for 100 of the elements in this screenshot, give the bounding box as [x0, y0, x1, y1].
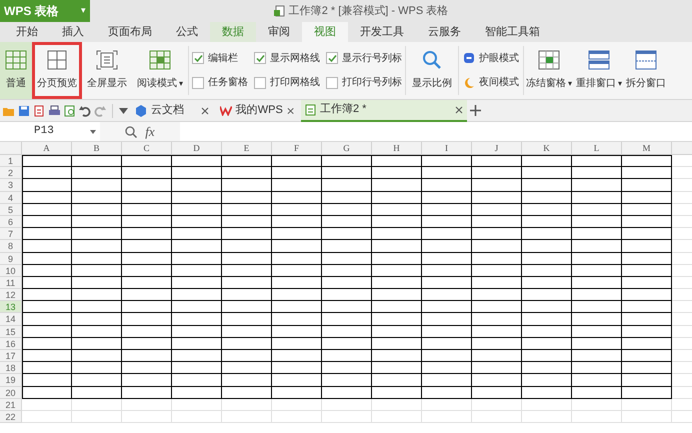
- grid-cell[interactable]: [272, 301, 322, 314]
- grid-cell[interactable]: [122, 204, 172, 216]
- grid-cell[interactable]: [422, 386, 472, 399]
- row-header[interactable]: 20: [0, 386, 22, 399]
- ribbon-tab[interactable]: 开始: [4, 22, 50, 42]
- print-icon[interactable]: [48, 104, 61, 116]
- grid-cell[interactable]: [372, 252, 422, 265]
- grid-cell[interactable]: [272, 362, 322, 374]
- grid-cell[interactable]: [622, 155, 672, 168]
- row-header[interactable]: 14: [0, 313, 22, 326]
- checkbox[interactable]: [192, 52, 204, 64]
- grid-cell[interactable]: [572, 338, 622, 350]
- grid-cell[interactable]: [122, 386, 172, 399]
- grid-cell[interactable]: [222, 313, 272, 326]
- grid-cell[interactable]: [622, 264, 672, 277]
- grid-cell[interactable]: [522, 326, 572, 338]
- grid-cell[interactable]: [422, 289, 472, 302]
- grid-cell[interactable]: [172, 264, 222, 277]
- grid-cell[interactable]: [572, 264, 622, 277]
- grid-cell[interactable]: [572, 326, 622, 338]
- ribbon-tab[interactable]: 页面布局: [96, 22, 164, 42]
- grid-cell[interactable]: [522, 350, 572, 362]
- grid-cell[interactable]: [222, 338, 272, 350]
- grid-cell[interactable]: [422, 167, 472, 180]
- grid-cell[interactable]: [122, 179, 172, 192]
- row-header[interactable]: 7: [0, 228, 22, 240]
- grid-cell[interactable]: [572, 374, 622, 387]
- grid-cell[interactable]: [522, 338, 572, 350]
- grid-cell[interactable]: [222, 216, 272, 228]
- grid-cell[interactable]: [422, 252, 472, 265]
- grid-cell[interactable]: [322, 326, 372, 338]
- grid-cell[interactable]: [122, 155, 172, 168]
- grid-cell[interactable]: [572, 362, 622, 374]
- grid-cell[interactable]: [122, 264, 172, 277]
- plus-icon[interactable]: [470, 105, 481, 116]
- grid-cell[interactable]: [422, 326, 472, 338]
- grid-cell[interactable]: [222, 264, 272, 277]
- close-icon[interactable]: [286, 106, 294, 114]
- column-header[interactable]: K: [522, 142, 572, 154]
- grid-cell[interactable]: [22, 252, 72, 265]
- search-icon[interactable]: [125, 126, 138, 138]
- grid-cell[interactable]: [222, 350, 272, 362]
- grid-cell[interactable]: [272, 386, 322, 399]
- zoom-button[interactable]: 显示比例: [406, 42, 458, 99]
- grid-cell[interactable]: [572, 386, 622, 399]
- grid-cell[interactable]: [522, 216, 572, 228]
- row-header[interactable]: 4: [0, 192, 22, 204]
- grid-cell[interactable]: [272, 313, 322, 326]
- grid-cell[interactable]: [522, 252, 572, 265]
- grid-cell[interactable]: [422, 240, 472, 252]
- row-header[interactable]: 13: [0, 301, 22, 314]
- grid-cell[interactable]: [222, 192, 272, 204]
- grid-cell[interactable]: [72, 192, 122, 204]
- grid-cell[interactable]: [122, 276, 172, 290]
- grid-cell[interactable]: [372, 386, 422, 399]
- grid-cell[interactable]: [522, 155, 572, 168]
- grid-cell[interactable]: [322, 374, 372, 387]
- grid-cell[interactable]: [472, 179, 522, 192]
- formula-input[interactable]: [180, 122, 692, 141]
- grid-cell[interactable]: [472, 350, 522, 362]
- grid-cell[interactable]: [472, 240, 522, 252]
- grid-cell[interactable]: [472, 362, 522, 374]
- grid-cell[interactable]: [322, 362, 372, 374]
- row-header[interactable]: 12: [0, 289, 22, 302]
- grid-cell[interactable]: [322, 264, 372, 277]
- grid-cell[interactable]: [222, 155, 272, 168]
- grid-cell[interactable]: [622, 228, 672, 240]
- grid-cell[interactable]: [272, 167, 322, 180]
- grid-cell[interactable]: [122, 192, 172, 204]
- ribbon-tab[interactable]: 视图: [302, 22, 348, 42]
- grid-cell[interactable]: [172, 289, 222, 302]
- view-mode-button[interactable]: 普通: [0, 42, 32, 99]
- grid-cell[interactable]: [522, 362, 572, 374]
- grid-cell[interactable]: [372, 350, 422, 362]
- grid-cell[interactable]: [122, 240, 172, 252]
- grid-cell[interactable]: [72, 338, 122, 350]
- save-icon[interactable]: [18, 104, 30, 116]
- grid-cell[interactable]: [172, 326, 222, 338]
- grid-cell[interactable]: [72, 264, 122, 277]
- name-box[interactable]: P13: [0, 122, 100, 141]
- row-header[interactable]: 10: [0, 264, 22, 277]
- mode-button[interactable]: 护眼模式: [463, 50, 519, 66]
- window-button[interactable]: 重排窗口 ▾: [574, 42, 624, 99]
- grid-cell[interactable]: [472, 192, 522, 204]
- grid-cell[interactable]: [322, 338, 372, 350]
- grid-cell[interactable]: [72, 362, 122, 374]
- app-menu-button[interactable]: WPS 表格 ▾: [0, 0, 90, 22]
- undo-icon[interactable]: [79, 104, 91, 116]
- grid-cell[interactable]: [22, 240, 72, 252]
- grid-cell[interactable]: [622, 276, 672, 290]
- grid-cell[interactable]: [472, 155, 522, 168]
- grid-cell[interactable]: [372, 264, 422, 277]
- view-mode-button[interactable]: 阅读模式 ▾: [132, 42, 188, 99]
- grid-cell[interactable]: [172, 350, 222, 362]
- grid-cell[interactable]: [522, 313, 572, 326]
- grid-cell[interactable]: [322, 179, 372, 192]
- grid-cell[interactable]: [572, 192, 622, 204]
- grid-cell[interactable]: [222, 228, 272, 240]
- grid-cell[interactable]: [172, 204, 222, 216]
- grid-cell[interactable]: [422, 204, 472, 216]
